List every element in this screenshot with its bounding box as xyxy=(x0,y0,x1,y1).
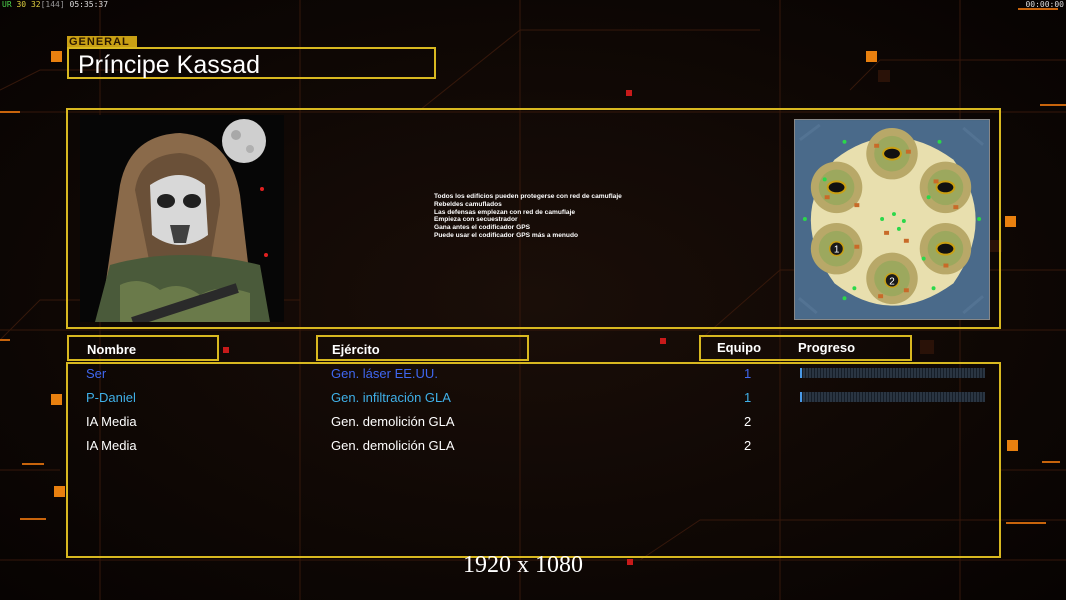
column-header-team: Equipo xyxy=(717,340,762,355)
fps-value-secondary: 32 xyxy=(30,0,41,9)
general-portrait xyxy=(80,115,284,322)
start-position-label: 2 xyxy=(889,276,895,287)
player-row: P-Daniel Gen. infiltración GLA 1 xyxy=(0,389,1066,409)
column-header-army-frame: Ejército xyxy=(316,335,529,361)
start-position-label: 1 xyxy=(834,245,840,256)
objective-line: Todos los edificios pueden protegerse co… xyxy=(434,193,622,200)
column-header-name-frame: Nombre xyxy=(67,335,219,361)
player-row: IA Media Gen. demolición GLA 2 xyxy=(0,437,1066,457)
objective-line: Gana antes el codificador GPS xyxy=(434,224,531,232)
game-timer: 00:00:00 xyxy=(1025,0,1064,9)
player-name: Ser xyxy=(86,366,107,381)
player-row: Ser Gen. láser EE.UU. 1 xyxy=(0,365,1066,385)
loading-progress-bar xyxy=(800,368,985,378)
loading-progress-bar xyxy=(800,392,985,402)
fps-label: UR xyxy=(2,0,12,9)
player-army: Gen. demolición GLA xyxy=(331,438,455,453)
column-header-name: Nombre xyxy=(87,342,137,357)
loading-progress-fill xyxy=(800,392,802,402)
objective-line: Rebeldes camuflados xyxy=(434,200,502,208)
player-row: IA Media Gen. demolición GLA 2 xyxy=(0,413,1066,433)
player-team: 1 xyxy=(744,390,752,405)
player-army: Gen. láser EE.UU. xyxy=(331,366,438,381)
player-team: 1 xyxy=(744,366,752,381)
objective-line: Puede usar el codificador GPS más a menu… xyxy=(434,231,579,239)
player-team: 2 xyxy=(744,414,752,429)
loading-progress-fill xyxy=(800,368,802,378)
map-preview: 1 2 xyxy=(794,119,990,320)
start-position-1: 1 xyxy=(828,241,845,257)
player-name: P-Daniel xyxy=(86,390,136,405)
player-name: IA Media xyxy=(86,438,137,453)
player-army: Gen. demolición GLA xyxy=(331,414,455,429)
fps-cap: [144] xyxy=(40,0,65,9)
column-header-progress: Progreso xyxy=(798,340,856,355)
fps-counter: UR 30 32[144] 05:35:37 xyxy=(2,0,108,9)
general-objectives-list: Todos los edificios pueden protegerse co… xyxy=(434,193,622,240)
column-header-army: Ejército xyxy=(332,342,380,357)
objective-line: Empieza con secuestrador xyxy=(434,216,518,224)
column-header-team-progress-frame: Equipo Progreso xyxy=(699,335,912,361)
objective-line: Las defensas emplezan con red de camufla… xyxy=(434,208,576,216)
player-team: 2 xyxy=(744,438,752,453)
start-position-2: 2 xyxy=(884,272,900,289)
general-title-frame: Príncipe Kassad xyxy=(67,47,436,79)
system-clock: 05:35:37 xyxy=(69,0,109,9)
player-name: IA Media xyxy=(86,414,137,429)
resolution-caption: 1920 x 1080 xyxy=(463,552,583,578)
general-name: Príncipe Kassad xyxy=(78,51,261,79)
fps-value: 30 xyxy=(16,0,27,9)
player-army: Gen. infiltración GLA xyxy=(331,390,451,405)
